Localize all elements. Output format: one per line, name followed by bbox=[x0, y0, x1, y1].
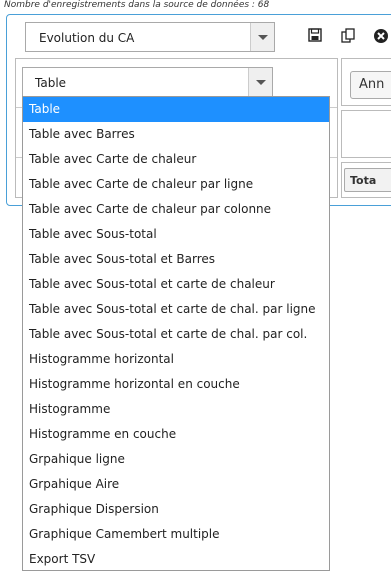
dropdown-option[interactable]: Export TSV bbox=[23, 547, 329, 572]
dropdown-option[interactable]: Table avec Sous-total et carte de chaleu… bbox=[23, 272, 329, 297]
close-icon[interactable] bbox=[372, 28, 390, 46]
renderer-select-arrow[interactable] bbox=[248, 68, 272, 96]
dropdown-option[interactable]: Grpahique Aire bbox=[23, 472, 329, 497]
dropdown-option[interactable]: Table avec Sous-total et carte de chal. … bbox=[23, 297, 329, 322]
dropdown-option[interactable]: Table avec Carte de chaleur bbox=[23, 147, 329, 172]
dropdown-option[interactable]: Table bbox=[23, 97, 329, 122]
dropdown-option[interactable]: Table avec Sous-total et Barres bbox=[23, 247, 329, 272]
report-select-arrow[interactable] bbox=[250, 23, 274, 51]
dropdown-option[interactable]: Histogramme horizontal bbox=[23, 347, 329, 372]
report-select[interactable]: Evolution du CA bbox=[25, 22, 275, 52]
dropdown-option[interactable]: Histogramme en couche bbox=[23, 422, 329, 447]
chevron-down-icon bbox=[256, 80, 266, 85]
dropdown-option[interactable]: Table avec Carte de chaleur par ligne bbox=[23, 172, 329, 197]
save-icon[interactable] bbox=[306, 28, 324, 46]
dropdown-option[interactable]: Table avec Barres bbox=[23, 122, 329, 147]
dropdown-option[interactable]: Histogramme bbox=[23, 397, 329, 422]
renderer-select[interactable]: Table bbox=[22, 67, 273, 97]
dropdown-option[interactable]: Graphique Camembert multiple bbox=[23, 522, 329, 547]
dropdown-option[interactable]: Table avec Sous-total et carte de chal. … bbox=[23, 322, 329, 347]
dropdown-option[interactable]: Graphique Dispersion bbox=[23, 497, 329, 522]
chevron-down-icon bbox=[258, 35, 268, 40]
copy-icon[interactable] bbox=[339, 28, 357, 46]
total-button[interactable]: Tota bbox=[344, 168, 391, 192]
ann-button[interactable]: Ann bbox=[350, 71, 391, 99]
report-select-value: Evolution du CA bbox=[39, 31, 135, 45]
dropdown-option[interactable]: Table avec Carte de chaleur par colonne bbox=[23, 197, 329, 222]
record-count-note: Nombre d'enregistrements dans la source … bbox=[4, 0, 270, 10]
renderer-dropdown-list: Table Table avec Barres Table avec Carte… bbox=[22, 96, 330, 571]
dropdown-option[interactable]: Table avec Sous-total bbox=[23, 222, 329, 247]
renderer-select-value: Table bbox=[35, 76, 67, 90]
dropdown-option[interactable]: Histogramme horizontal en couche bbox=[23, 372, 329, 397]
row-area bbox=[341, 110, 391, 158]
dropdown-option[interactable]: Grpahique ligne bbox=[23, 447, 329, 472]
